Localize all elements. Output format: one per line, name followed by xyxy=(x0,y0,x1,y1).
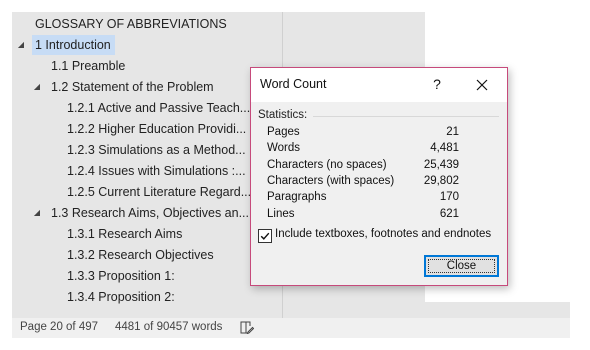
nav-heading-label: 1.1 Preamble xyxy=(51,59,126,73)
nav-heading-label: 1.2.1 Active and Passive Teach... xyxy=(67,101,251,115)
nav-heading-item[interactable]: ◢ 1.2 Statement of the Problem xyxy=(34,77,218,97)
nav-heading-label: 1.3 Research Aims, Objectives an... xyxy=(51,206,250,220)
nav-heading-label: 1 Introduction xyxy=(32,35,115,55)
statistic-value: 4,481 xyxy=(430,142,459,155)
dialog-title: Word Count xyxy=(260,77,327,91)
nav-heading-label: GLOSSARY OF ABBREVIATIONS xyxy=(35,17,227,31)
statistic-value: 621 xyxy=(439,207,459,220)
nav-heading-label: 1.3.3 Proposition 1: xyxy=(67,269,175,283)
nav-heading-label: 1.2 Statement of the Problem xyxy=(51,80,214,94)
statistic-row: Words 4,481 xyxy=(267,142,459,158)
word-count-status[interactable]: 4481 of 90457 words xyxy=(115,321,222,333)
nav-heading-item[interactable]: 1.2.3 Simulations as a Method... xyxy=(64,140,250,160)
statistic-name: Words xyxy=(267,142,301,155)
nav-heading-item[interactable]: ◢ 1.3 Research Aims, Objectives an... xyxy=(34,203,253,223)
nav-heading-item[interactable]: 1.3.3 Proposition 1: xyxy=(64,266,179,286)
close-button-label: Close xyxy=(446,260,477,272)
nav-heading-label: 1.2.5 Current Literature Regard... xyxy=(67,185,252,199)
document-area-bottom xyxy=(283,302,570,318)
statistic-row: Paragraphs 170 xyxy=(267,191,459,207)
word-count-dialog: Word Count ? Statistics: Pages 21 Words 4,4… xyxy=(250,67,508,286)
statistic-value: 25,439 xyxy=(423,158,459,171)
close-icon[interactable] xyxy=(472,75,492,95)
statistic-row: Characters (no spaces) 25,439 xyxy=(267,159,459,175)
nav-heading-item[interactable]: 1.3.1 Research Aims xyxy=(64,224,186,244)
expand-collapse-triangle-icon[interactable]: ◢ xyxy=(32,77,42,97)
nav-heading-item[interactable]: ◢ 1 Introduction xyxy=(18,35,115,55)
status-bar: Page 20 of 497 4481 of 90457 words xyxy=(12,318,570,338)
statistic-value: 29,802 xyxy=(423,174,459,187)
nav-heading-item[interactable]: GLOSSARY OF ABBREVIATIONS xyxy=(32,14,231,34)
statistics-divider xyxy=(313,116,499,117)
nav-heading-item[interactable]: 1.3.2 Research Objectives xyxy=(64,245,218,265)
dialog-title-bar[interactable]: Word Count ? xyxy=(251,68,507,102)
nav-heading-item[interactable]: 1.1 Preamble xyxy=(48,56,129,76)
include-textboxes-checkbox[interactable] xyxy=(258,229,272,243)
word-window: GLOSSARY OF ABBREVIATIONS ◢ 1 Introduction… xyxy=(0,0,590,350)
nav-heading-item[interactable]: 1.3.4 Proposition 2: xyxy=(64,287,179,307)
nav-heading-label: 1.3.1 Research Aims xyxy=(67,227,183,241)
nav-heading-label: 1.3.4 Proposition 2: xyxy=(67,290,175,304)
nav-heading-item[interactable]: 1.2.2 Higher Education Providi... xyxy=(64,119,250,139)
statistics-label: Statistics: xyxy=(258,109,308,121)
expand-collapse-triangle-icon[interactable]: ◢ xyxy=(16,35,26,55)
statistic-name: Lines xyxy=(267,207,295,220)
nav-heading-item[interactable]: 1.2.5 Current Literature Regard... xyxy=(64,182,255,202)
close-button[interactable]: Close xyxy=(424,255,499,277)
nav-heading-label: 1.2.4 Issues with Simulations :... xyxy=(67,164,246,178)
page-count-status[interactable]: Page 20 of 497 xyxy=(20,321,98,333)
statistic-value: 170 xyxy=(439,191,459,204)
nav-heading-item[interactable]: 1.2.1 Active and Passive Teach... xyxy=(64,98,254,118)
statistic-row: Characters (with spaces) 29,802 xyxy=(267,175,459,191)
checkmark-icon xyxy=(260,232,270,240)
statistic-name: Pages xyxy=(267,126,300,138)
statistic-row: Pages 21 xyxy=(267,126,459,142)
nav-heading-label: 1.2.3 Simulations as a Method... xyxy=(67,143,246,157)
nav-heading-label: 1.3.2 Research Objectives xyxy=(67,248,214,262)
navigation-pane: GLOSSARY OF ABBREVIATIONS ◢ 1 Introduction… xyxy=(12,12,282,318)
proofing-book-icon[interactable] xyxy=(240,321,255,335)
include-textboxes-label: Include textboxes, footnotes and endnote… xyxy=(275,228,492,240)
statistic-name: Paragraphs xyxy=(267,191,327,204)
statistic-name: Characters (with spaces) xyxy=(267,174,395,187)
statistic-value: 21 xyxy=(446,126,459,138)
nav-heading-label: 1.2.2 Higher Education Providi... xyxy=(67,122,247,136)
statistic-name: Characters (no spaces) xyxy=(267,158,387,171)
help-button[interactable]: ? xyxy=(427,74,447,94)
nav-heading-item[interactable]: 1.2.4 Issues with Simulations :... xyxy=(64,161,250,181)
statistic-row: Lines 621 xyxy=(267,208,459,224)
expand-collapse-triangle-icon[interactable]: ◢ xyxy=(32,203,42,223)
